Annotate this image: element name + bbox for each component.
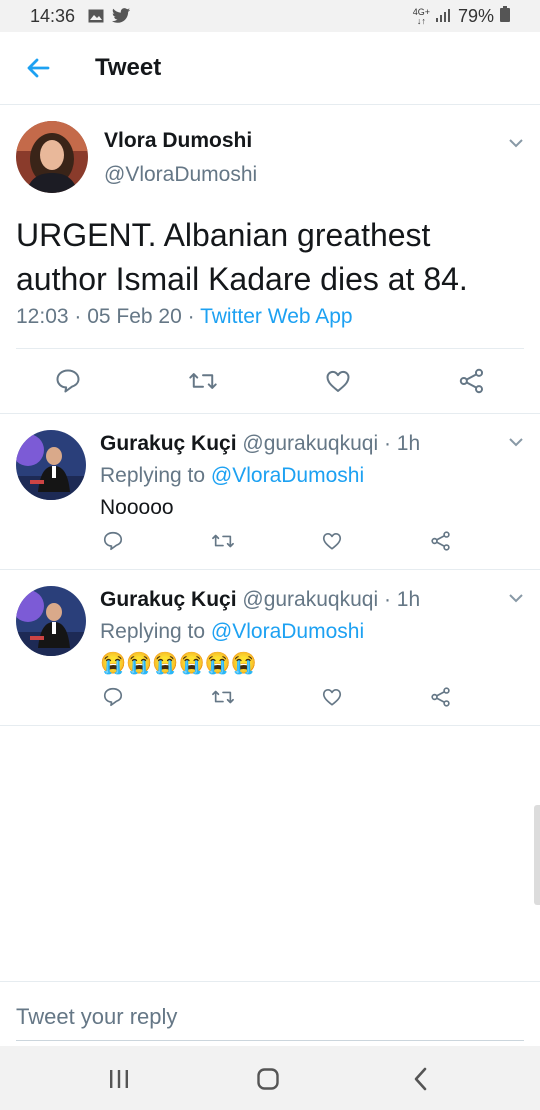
tweet-timestamp: 12:03 · 05 Feb 20 · <box>16 305 201 328</box>
input-underline <box>16 1040 524 1041</box>
top-app-bar: Tweet <box>0 32 540 105</box>
retweet-icon[interactable] <box>188 367 218 395</box>
retweet-icon[interactable] <box>211 530 235 552</box>
back-icon[interactable] <box>406 1064 436 1094</box>
reply-author-meta: @gurakuqkuqi · 1h <box>236 432 421 455</box>
scroll-indicator <box>534 805 540 905</box>
reply-tweet[interactable]: Gurakuç Kuçi @gurakuqkuqi · 1h Replying … <box>0 570 540 726</box>
twitter-bird-icon <box>112 7 130 28</box>
reply-header: Gurakuç Kuçi @gurakuqkuqi · 1h <box>100 432 420 456</box>
chevron-down-icon[interactable] <box>508 434 524 450</box>
home-icon[interactable] <box>253 1064 283 1094</box>
author-handle[interactable]: @VloraDumoshi <box>104 163 257 187</box>
share-icon[interactable] <box>458 367 486 395</box>
reply-icon[interactable] <box>102 686 124 708</box>
main-tweet: Vlora Dumoshi @VloraDumoshi URGENT. Alba… <box>0 105 540 414</box>
author-name[interactable]: Vlora Dumoshi <box>104 129 252 153</box>
reply-author-meta: @gurakuqkuqi · 1h <box>236 588 421 611</box>
share-icon[interactable] <box>430 686 452 708</box>
reply-author-name[interactable]: Gurakuç Kuçi <box>100 588 237 611</box>
chevron-down-icon[interactable] <box>508 135 524 151</box>
reply-author-name[interactable]: Gurakuç Kuçi <box>100 432 237 455</box>
chevron-down-icon[interactable] <box>508 590 524 606</box>
signal-icon <box>435 6 452 27</box>
system-nav-bar <box>0 1046 540 1110</box>
status-bar: 14:36 4G+ ↓↑ 79% <box>0 0 540 32</box>
reply-icon[interactable] <box>54 367 82 395</box>
reply-icon[interactable] <box>102 530 124 552</box>
gallery-icon <box>88 7 104 28</box>
page-title: Tweet <box>95 54 162 81</box>
like-heart-icon[interactable] <box>321 686 343 708</box>
divider <box>16 348 524 349</box>
mention-link[interactable]: @VloraDumoshi <box>211 620 364 643</box>
status-time: 14:36 <box>30 6 76 26</box>
reply-text: 😭😭😭😭😭😭 <box>100 652 257 675</box>
reply-header: Gurakuç Kuçi @gurakuqkuqi · 1h <box>100 588 420 612</box>
back-arrow-icon[interactable] <box>24 54 52 82</box>
network-indicator: 4G+ ↓↑ <box>412 6 430 26</box>
retweet-icon[interactable] <box>211 686 235 708</box>
tweet-source-link[interactable]: Twitter Web App <box>200 305 353 328</box>
replying-to: Replying to @VloraDumoshi <box>100 620 365 643</box>
reply-text: Nooooo <box>100 496 174 519</box>
tweet-actions <box>54 367 486 395</box>
battery-percent: 79% <box>457 6 494 26</box>
tweet-text: URGENT. Albanian greathest author Ismail… <box>16 217 468 297</box>
reply-input[interactable]: Tweet your reply <box>16 1004 177 1030</box>
mention-link[interactable]: @VloraDumoshi <box>211 464 364 487</box>
battery-icon <box>500 6 510 27</box>
avatar[interactable] <box>16 121 88 193</box>
replying-to: Replying to @VloraDumoshi <box>100 464 365 487</box>
reply-composer[interactable]: Tweet your reply <box>0 981 540 1042</box>
recent-apps-icon[interactable] <box>104 1064 134 1094</box>
share-icon[interactable] <box>430 530 452 552</box>
avatar[interactable] <box>16 586 86 656</box>
like-heart-icon[interactable] <box>321 530 343 552</box>
reply-tweet[interactable]: Gurakuç Kuçi @gurakuqkuqi · 1h Replying … <box>0 414 540 570</box>
tweet-meta: 12:03 · 05 Feb 20 · Twitter Web App <box>16 305 353 329</box>
like-heart-icon[interactable] <box>324 367 352 395</box>
avatar[interactable] <box>16 430 86 500</box>
reply-actions <box>102 530 452 552</box>
reply-actions <box>102 686 452 708</box>
